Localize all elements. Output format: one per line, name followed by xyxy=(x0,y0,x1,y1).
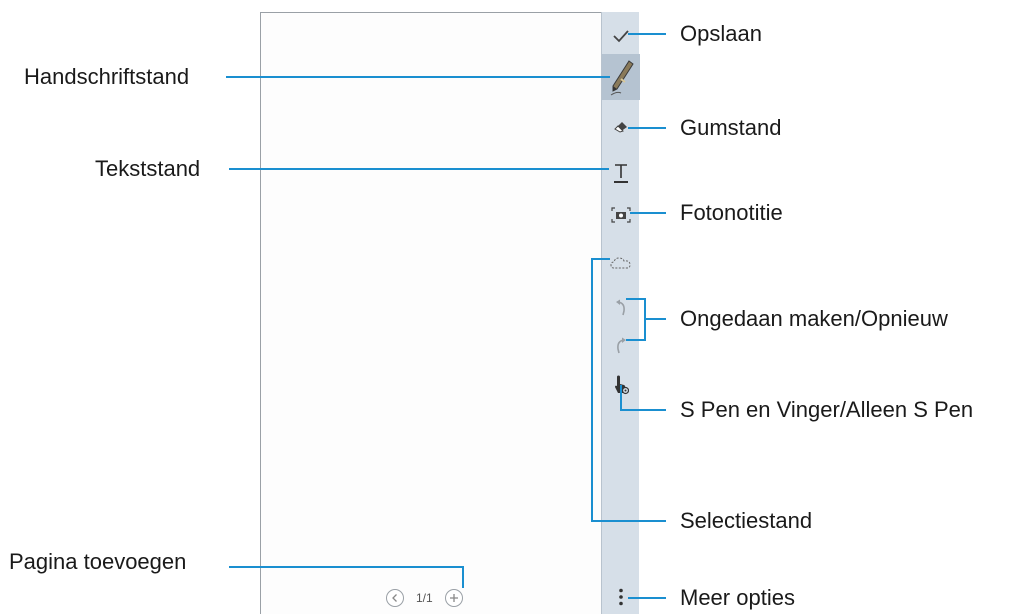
callout-line-selection-v xyxy=(591,258,593,522)
label-spen-finger: S Pen en Vinger/Alleen S Pen xyxy=(680,397,974,422)
callout-line-more xyxy=(628,597,666,599)
callout-line-photo xyxy=(630,212,666,214)
label-photo-note: Fotonotitie xyxy=(680,200,783,225)
more-icon xyxy=(619,588,623,606)
callout-line-eraser xyxy=(628,127,666,129)
plus-icon xyxy=(449,594,458,602)
lasso-icon xyxy=(610,257,631,269)
label-handwriting: Handschriftstand xyxy=(24,64,190,89)
callout-line-spen-h xyxy=(620,409,666,411)
eraser-icon xyxy=(614,122,627,133)
undo-button[interactable] xyxy=(602,292,640,324)
undo-icon xyxy=(616,299,625,316)
label-selection: Selectiestand xyxy=(680,508,813,533)
callout-line-add-page-h xyxy=(229,566,464,568)
redo-button[interactable] xyxy=(602,330,640,362)
check-icon xyxy=(613,30,629,43)
page-navigation: 1/1 xyxy=(386,586,463,610)
save-button[interactable] xyxy=(602,18,640,54)
page-indicator: 1/1 xyxy=(416,591,433,605)
callout-line-selection-h1 xyxy=(591,258,610,260)
label-undo-redo: Ongedaan maken/Opnieuw xyxy=(680,306,948,331)
selection-mode-button[interactable] xyxy=(602,250,640,276)
callout-line-redo xyxy=(626,339,646,341)
callout-line-handwriting xyxy=(226,76,610,78)
label-more-options: Meer opties xyxy=(680,585,795,610)
add-page-button[interactable] xyxy=(444,589,463,607)
previous-page-button[interactable] xyxy=(386,589,404,607)
label-text: Tekststand xyxy=(95,156,201,181)
label-eraser: Gumstand xyxy=(680,115,782,140)
photo-note-button[interactable] xyxy=(602,200,640,230)
callout-line-selection-h2 xyxy=(591,520,666,522)
callout-line-undo xyxy=(626,298,646,300)
chevron-left-icon xyxy=(392,594,397,602)
callout-line-spen-v xyxy=(620,385,622,411)
pen-icon xyxy=(610,60,634,96)
callout-line-undo-redo xyxy=(644,318,666,320)
text-mode-button[interactable] xyxy=(602,156,640,190)
callout-line-add-page-v xyxy=(462,566,464,588)
camera-icon xyxy=(611,207,631,223)
label-add-page: Pagina toevoegen xyxy=(9,549,187,574)
callout-line-text xyxy=(229,168,609,170)
note-canvas[interactable] xyxy=(260,12,602,614)
text-icon xyxy=(614,164,628,183)
callout-line-save xyxy=(628,33,666,35)
label-save: Opslaan xyxy=(680,21,762,46)
note-toolbar xyxy=(601,12,640,614)
